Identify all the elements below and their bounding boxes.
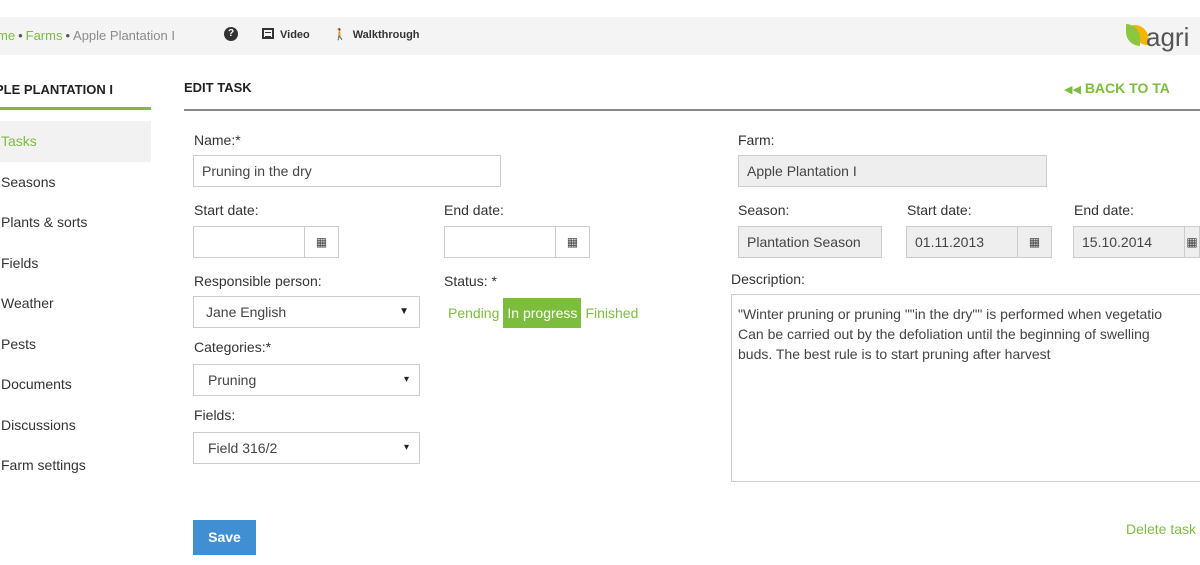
description-label: Description: <box>731 271 805 287</box>
fields-select[interactable]: Field 316/2 ▾ <box>193 432 420 464</box>
status-toggle-group: Pending In progress Finished <box>444 298 642 328</box>
walkthrough-button[interactable]: 🚶 Walkthrough <box>333 28 420 41</box>
sidebar-item-tasks[interactable]: Tasks <box>0 121 151 162</box>
status-label: Status: * <box>444 273 497 289</box>
sidebar-item-weather[interactable]: Weather <box>0 283 151 324</box>
save-button[interactable]: Save <box>193 520 256 555</box>
back-link-label: BACK TO TA <box>1084 80 1170 96</box>
status-finished-button[interactable]: Finished <box>581 298 642 328</box>
description-textarea[interactable]: "Winter pruning or pruning ""in the dry"… <box>731 294 1200 482</box>
caret-down-icon: ▾ <box>403 442 409 453</box>
header-divider <box>184 109 1200 111</box>
delete-task-link[interactable]: Delete task <box>1126 521 1196 537</box>
walking-person-icon: 🚶 <box>333 29 347 41</box>
sidebar-item-documents[interactable]: Documents <box>0 364 151 405</box>
fields-value: Field 316/2 <box>208 440 278 456</box>
calendar-icon: ▦ <box>1185 226 1200 258</box>
calendar-icon: ▦ <box>1018 226 1052 258</box>
sidebar-nav: Tasks Seasons Plants & sorts Fields Weat… <box>0 121 151 486</box>
responsible-person-label: Responsible person: <box>194 273 322 289</box>
categories-select[interactable]: Pruning ▾ <box>193 364 420 396</box>
caret-down-icon: ▾ <box>403 374 409 385</box>
caret-down-icon: ▼ <box>399 306 409 317</box>
season-start-date-field: 01.11.2013 <box>906 226 1018 258</box>
season-field: Plantation Season <box>738 226 882 258</box>
season-label: Season: <box>738 202 790 218</box>
fields-label: Fields: <box>194 407 236 423</box>
logo-text: agri <box>1146 22 1190 52</box>
walkthrough-label: Walkthrough <box>352 29 420 41</box>
back-to-tasks-link[interactable]: ◀◀ BACK TO TA <box>1064 80 1170 96</box>
name-label: Name:* <box>194 132 241 148</box>
question-circle-icon[interactable]: ? <box>224 27 238 41</box>
name-input[interactable]: Pruning in the dry <box>193 155 501 187</box>
end-date-input[interactable] <box>444 226 556 258</box>
season-end-date-label: End date: <box>1074 202 1134 218</box>
sidebar-title: PLE PLANTATION I <box>0 82 113 97</box>
end-date-label: End date: <box>444 202 504 218</box>
video-button[interactable]: Video <box>262 28 310 41</box>
sidebar-item-pests[interactable]: Pests <box>0 324 151 365</box>
categories-label: Categories:* <box>194 339 272 355</box>
film-icon <box>262 28 274 39</box>
sidebar-item-discussions[interactable]: Discussions <box>0 405 151 446</box>
breadcrumb-separator: • <box>18 28 23 43</box>
top-bar: me • Farms • Apple Plantation I ? Video 🚶 Wal… <box>0 17 1200 55</box>
sidebar-item-seasons[interactable]: Seasons <box>0 162 151 203</box>
page-title: EDIT TASK <box>184 80 252 95</box>
double-chevron-left-icon: ◀◀ <box>1064 84 1081 96</box>
start-date-label: Start date: <box>194 202 259 218</box>
sidebar-item-plants-sorts[interactable]: Plants & sorts <box>0 202 151 243</box>
start-date-input[interactable] <box>193 226 305 258</box>
calendar-icon[interactable]: ▦ <box>556 226 590 258</box>
breadcrumb-home[interactable]: me <box>0 28 15 43</box>
farm-field: Apple Plantation I <box>738 155 1047 187</box>
calendar-icon[interactable]: ▦ <box>305 226 339 258</box>
responsible-person-value: Jane English <box>206 304 287 320</box>
categories-value: Pruning <box>208 372 257 388</box>
video-label: Video <box>280 29 310 41</box>
sidebar-item-farm-settings[interactable]: Farm settings <box>0 445 151 486</box>
season-start-date-label: Start date: <box>907 202 972 218</box>
status-pending-button[interactable]: Pending <box>444 298 503 328</box>
breadcrumb-farms[interactable]: Farms <box>26 28 63 43</box>
breadcrumb: me • Farms • Apple Plantation I <box>0 28 175 43</box>
breadcrumb-separator: • <box>65 28 71 43</box>
responsible-person-select[interactable]: Jane English ▼ <box>193 296 420 328</box>
sidebar-item-fields[interactable]: Fields <box>0 243 151 284</box>
sidebar-divider <box>0 107 151 110</box>
farm-label: Farm: <box>738 132 775 148</box>
breadcrumb-current: Apple Plantation I <box>73 28 175 43</box>
season-end-date-field: 15.10.2014 <box>1073 226 1185 258</box>
status-in-progress-button[interactable]: In progress <box>503 298 582 328</box>
